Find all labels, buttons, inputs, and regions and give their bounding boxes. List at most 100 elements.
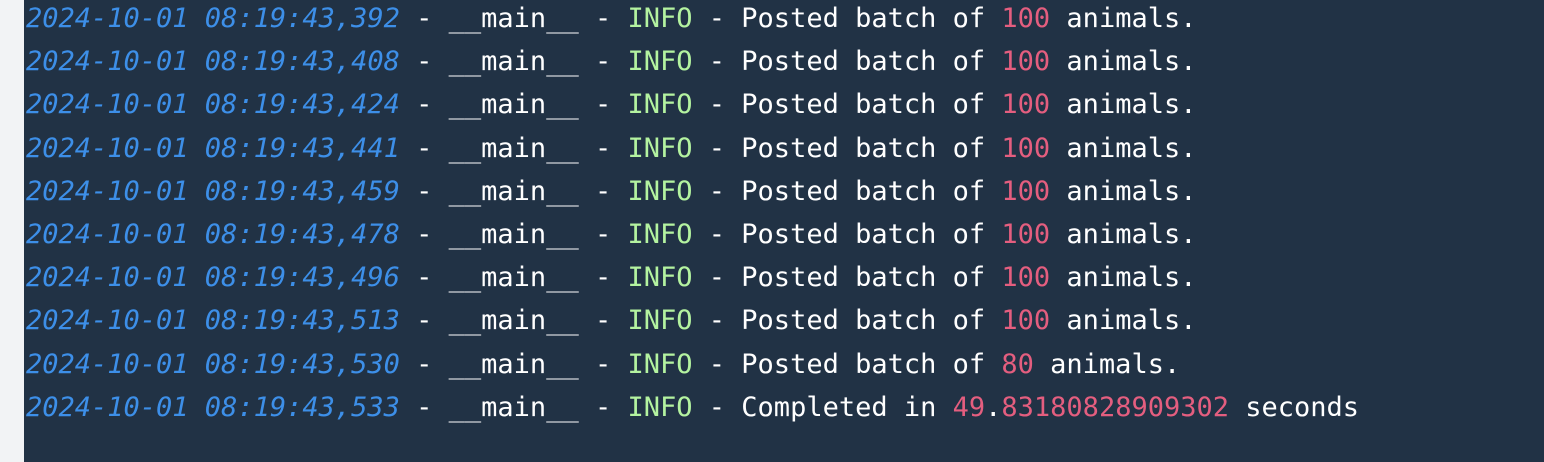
log-line: 2024-10-01 08:19:43,459 - __main__ - INF… xyxy=(26,170,1359,213)
log-separator: - xyxy=(578,132,628,164)
log-message-number: 100 xyxy=(1001,175,1051,207)
log-logger-name: __main__ xyxy=(448,391,579,423)
log-message-suffix: animals. xyxy=(1050,262,1197,294)
log-message-number-dot: . xyxy=(985,391,1002,423)
log-line: 2024-10-01 08:19:43,478 - __main__ - INF… xyxy=(26,213,1359,256)
log-message-prefix: Posted batch of xyxy=(741,132,1002,164)
log-separator: - xyxy=(692,89,742,121)
log-separator: - xyxy=(399,132,449,164)
log-message-number: 100 xyxy=(1001,3,1051,34)
log-logger-name: __main__ xyxy=(448,3,579,34)
log-separator: - xyxy=(399,305,449,337)
log-message-number: 100 xyxy=(1001,218,1051,250)
log-level: INFO xyxy=(627,218,693,250)
log-message-suffix: seconds xyxy=(1228,391,1360,423)
log-message-number: 49 xyxy=(952,391,986,423)
log-message-number: 100 xyxy=(1001,305,1051,337)
log-message-suffix: animals. xyxy=(1033,348,1181,380)
log-message-suffix: animals. xyxy=(1050,218,1197,250)
log-separator: - xyxy=(578,3,628,34)
log-message-prefix: Posted batch of xyxy=(741,348,1002,380)
log-line: 2024-10-01 08:19:43,441 - __main__ - INF… xyxy=(26,127,1359,170)
log-line: 2024-10-01 08:19:43,496 - __main__ - INF… xyxy=(26,256,1359,299)
log-message-prefix: Posted batch of xyxy=(741,218,1002,250)
log-message-prefix: Completed in xyxy=(741,391,953,423)
log-message-suffix: animals. xyxy=(1050,3,1197,34)
log-separator: - xyxy=(692,132,742,164)
log-message-number: 100 xyxy=(1001,89,1051,121)
log-logger-name: __main__ xyxy=(448,305,579,337)
log-message-number: 100 xyxy=(1001,262,1051,294)
log-logger-name: __main__ xyxy=(448,132,579,164)
log-message-prefix: Posted batch of xyxy=(741,3,1002,34)
log-line: 2024-10-01 08:19:43,424 - __main__ - INF… xyxy=(26,83,1359,126)
log-level: INFO xyxy=(627,175,693,207)
log-message-suffix: animals. xyxy=(1050,132,1197,164)
log-separator: - xyxy=(578,391,628,423)
log-output: 2024-10-01 08:19:43,392 - __main__ - INF… xyxy=(26,0,1359,429)
log-separator: - xyxy=(692,175,742,207)
log-level: INFO xyxy=(627,3,693,34)
log-separator: - xyxy=(399,89,449,121)
log-level: INFO xyxy=(627,348,693,380)
log-logger-name: __main__ xyxy=(448,348,579,380)
log-timestamp: 2024-10-01 08:19:43,533 xyxy=(26,391,400,423)
log-line: 2024-10-01 08:19:43,408 - __main__ - INF… xyxy=(26,40,1359,83)
log-timestamp: 2024-10-01 08:19:43,478 xyxy=(26,218,400,250)
log-level: INFO xyxy=(627,46,693,78)
log-separator: - xyxy=(399,175,449,207)
log-timestamp: 2024-10-01 08:19:43,441 xyxy=(26,132,400,164)
log-separator: - xyxy=(692,262,742,294)
log-timestamp: 2024-10-01 08:19:43,392 xyxy=(26,3,400,34)
log-timestamp: 2024-10-01 08:19:43,530 xyxy=(26,348,400,380)
log-separator: - xyxy=(692,3,742,34)
log-separator: - xyxy=(399,348,449,380)
log-message-suffix: animals. xyxy=(1050,175,1197,207)
log-separator: - xyxy=(578,46,628,78)
log-logger-name: __main__ xyxy=(448,175,579,207)
log-message-suffix: animals. xyxy=(1050,46,1197,78)
log-timestamp: 2024-10-01 08:19:43,424 xyxy=(26,89,400,121)
log-logger-name: __main__ xyxy=(448,218,579,250)
log-separator: - xyxy=(692,348,742,380)
log-message-number-tail: 83180828909302 xyxy=(1001,391,1229,423)
log-separator: - xyxy=(578,175,628,207)
log-separator: - xyxy=(692,46,742,78)
log-message-suffix: animals. xyxy=(1050,305,1197,337)
log-separator: - xyxy=(578,262,628,294)
log-timestamp: 2024-10-01 08:19:43,459 xyxy=(26,175,400,207)
log-separator: - xyxy=(578,218,628,250)
log-message-prefix: Posted batch of xyxy=(741,46,1002,78)
log-timestamp: 2024-10-01 08:19:43,496 xyxy=(26,262,400,294)
log-message-number: 80 xyxy=(1001,348,1034,380)
log-logger-name: __main__ xyxy=(448,262,579,294)
log-line: 2024-10-01 08:19:43,513 - __main__ - INF… xyxy=(26,299,1359,342)
log-level: INFO xyxy=(627,89,693,121)
log-message-prefix: Posted batch of xyxy=(741,305,1002,337)
log-message-number: 100 xyxy=(1001,46,1051,78)
log-level: INFO xyxy=(627,132,693,164)
log-logger-name: __main__ xyxy=(448,89,579,121)
log-logger-name: __main__ xyxy=(448,46,579,78)
log-message-prefix: Posted batch of xyxy=(741,262,1002,294)
log-message-prefix: Posted batch of xyxy=(741,175,1002,207)
log-separator: - xyxy=(692,218,742,250)
log-separator: - xyxy=(399,391,449,423)
log-message-suffix: animals. xyxy=(1050,89,1197,121)
log-line: 2024-10-01 08:19:43,392 - __main__ - INF… xyxy=(26,0,1359,40)
log-line: 2024-10-01 08:19:43,530 - __main__ - INF… xyxy=(26,343,1359,386)
log-level: INFO xyxy=(627,305,693,337)
log-separator: - xyxy=(692,391,742,423)
log-separator: - xyxy=(578,89,628,121)
log-level: INFO xyxy=(627,262,693,294)
terminal-window[interactable]: 2024-10-01 08:19:43,392 - __main__ - INF… xyxy=(24,0,1544,462)
log-separator: - xyxy=(399,218,449,250)
log-separator: - xyxy=(578,348,628,380)
log-timestamp: 2024-10-01 08:19:43,408 xyxy=(26,46,400,78)
log-separator: - xyxy=(578,305,628,337)
log-message-prefix: Posted batch of xyxy=(741,89,1002,121)
log-separator: - xyxy=(692,305,742,337)
log-separator: - xyxy=(399,46,449,78)
log-line: 2024-10-01 08:19:43,533 - __main__ - INF… xyxy=(26,386,1359,429)
log-separator: - xyxy=(399,262,449,294)
